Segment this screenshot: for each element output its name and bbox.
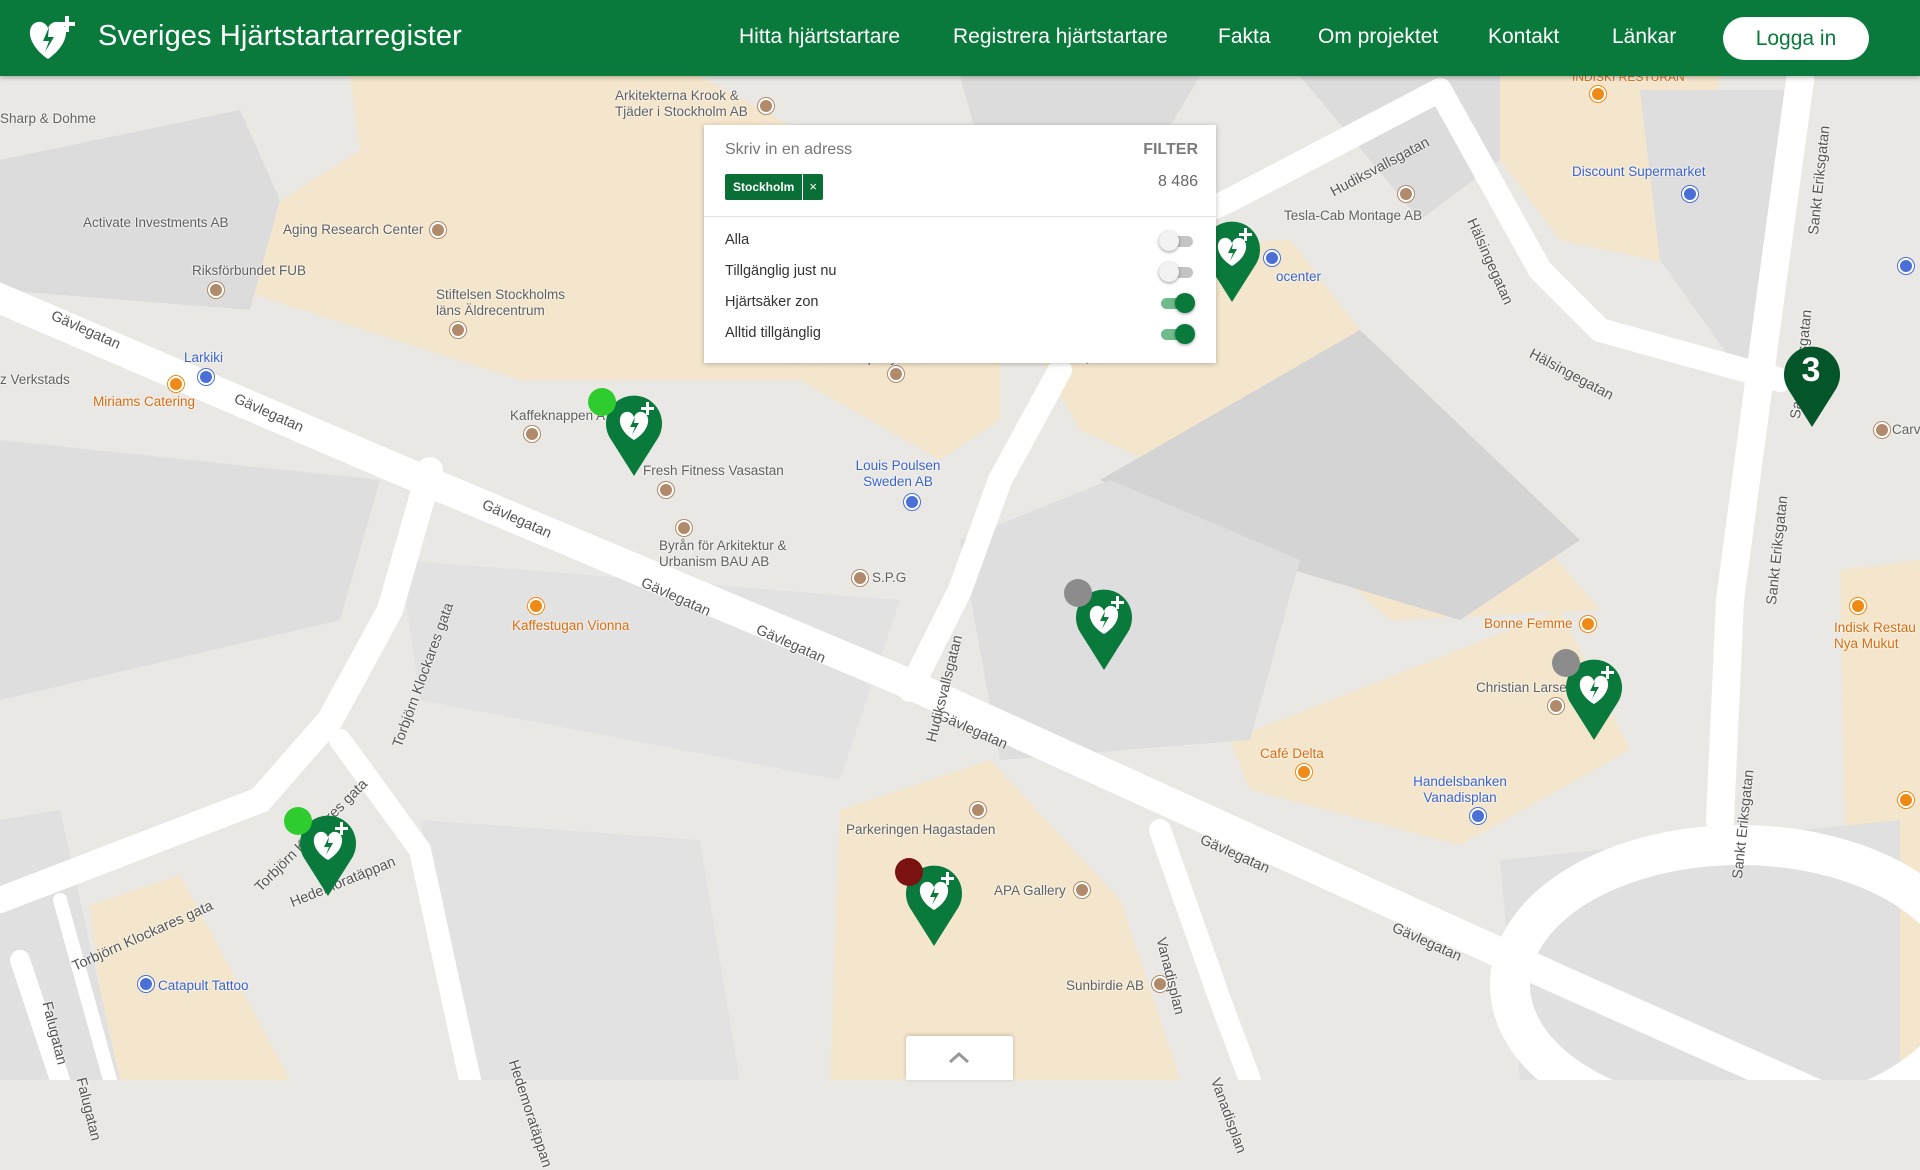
login-button[interactable]: Logga in bbox=[1723, 17, 1869, 60]
poi-label: Carv bbox=[1892, 422, 1920, 437]
poi-label: APA Gallery bbox=[994, 883, 1066, 898]
restaurant-icon bbox=[1590, 86, 1606, 102]
poi-label: Indisk Restau Nya Mukut bbox=[1834, 620, 1916, 651]
tillganglig-just-nu-toggle[interactable] bbox=[1159, 262, 1195, 282]
cluster-count: 3 bbox=[1801, 351, 1821, 389]
filter-toggle[interactable]: FILTER bbox=[1143, 141, 1198, 159]
poi-label: Kaffestugan Vionna bbox=[512, 618, 630, 633]
restaurant-icon bbox=[1898, 792, 1914, 808]
shop-icon bbox=[138, 976, 154, 992]
filter-option-tillganglig: Tillgänglig just nu bbox=[725, 260, 1195, 284]
hjartsaker-zon-toggle[interactable] bbox=[1159, 293, 1195, 313]
chip-label: Stockholm bbox=[733, 180, 795, 194]
unknown-status-dot bbox=[1552, 649, 1580, 677]
filter-option-label: Hjärtsäker zon bbox=[725, 294, 819, 310]
restaurant-icon bbox=[1850, 598, 1866, 614]
restaurant-icon bbox=[1580, 616, 1596, 632]
heart-defibrillator-icon[interactable] bbox=[26, 14, 78, 62]
poi-marker-icon bbox=[658, 482, 674, 498]
filter-option-label: Tillgänglig just nu bbox=[725, 263, 837, 279]
poi-label: Handelsbanken Vanadisplan bbox=[1413, 774, 1507, 805]
nav-fakta[interactable]: Fakta bbox=[1218, 25, 1271, 49]
poi-marker-icon bbox=[1548, 698, 1564, 714]
poi-marker-icon bbox=[430, 222, 446, 238]
poi-label: Fresh Fitness Vasastan bbox=[643, 463, 784, 478]
divider bbox=[704, 216, 1216, 217]
site-title[interactable]: Sveriges Hjärtstartarregister bbox=[98, 20, 462, 53]
poi-marker-icon bbox=[1074, 882, 1090, 898]
poi-label: Café Delta bbox=[1260, 746, 1324, 761]
filter-option-hjartsaker-zon: Hjärtsäker zon bbox=[725, 291, 1195, 315]
nav-hitta-hjartstartare[interactable]: Hitta hjärtstartare bbox=[739, 25, 900, 49]
poi-marker-icon bbox=[208, 282, 224, 298]
poi-label: Bonne Femme bbox=[1484, 616, 1573, 631]
shop-icon bbox=[198, 369, 214, 385]
chevron-up-icon bbox=[949, 1051, 969, 1064]
poi-marker-icon bbox=[888, 366, 904, 382]
restaurant-icon bbox=[168, 376, 184, 392]
available-status-dot bbox=[588, 388, 616, 416]
location-chip: Stockholm × bbox=[725, 174, 823, 200]
poi-label: Catapult Tattoo bbox=[158, 978, 249, 993]
chip-remove-icon[interactable]: × bbox=[802, 174, 823, 200]
poi-label: Discount Supermarket bbox=[1572, 164, 1706, 179]
poi-label: Sharp & Dohme bbox=[0, 111, 97, 126]
nav-registrera-hjartstartare[interactable]: Registrera hjärtstartare bbox=[953, 25, 1168, 49]
poi-label: Miriams Catering bbox=[93, 394, 196, 409]
poi-label: Tesla-Cab Montage AB bbox=[1284, 208, 1423, 223]
filter-option-label: Alla bbox=[725, 232, 750, 248]
poi-label: Christian Larse bbox=[1476, 680, 1567, 695]
alla-toggle[interactable] bbox=[1159, 231, 1195, 251]
street-label: Vanadisplan bbox=[1206, 1076, 1249, 1156]
unknown-status-dot bbox=[1064, 579, 1092, 607]
available-status-dot bbox=[284, 807, 312, 835]
filter-panel: Skriv in en adress FILTER Stockholm × 8 … bbox=[704, 125, 1216, 363]
poi-label: Larkiki bbox=[184, 350, 224, 365]
shop-icon bbox=[1682, 186, 1698, 202]
shop-icon bbox=[1898, 258, 1914, 274]
poi-label: ocenter bbox=[1276, 269, 1322, 284]
cluster-marker[interactable]: 3 bbox=[1782, 339, 1842, 429]
result-count: 8 486 bbox=[1157, 173, 1198, 190]
bank-icon bbox=[1470, 808, 1486, 824]
shop-icon bbox=[904, 494, 920, 510]
nav-lankar[interactable]: Länkar bbox=[1612, 25, 1676, 49]
drawer-toggle-button[interactable] bbox=[906, 1036, 1013, 1080]
street-label: Falugatan bbox=[72, 1076, 104, 1143]
filter-option-alla: Alla bbox=[725, 229, 1195, 253]
poi-label: Arkitekterna Krook & Tjäder i Stockholm … bbox=[615, 88, 748, 119]
poi-marker-icon bbox=[524, 426, 540, 442]
poi-label: Riksförbundet FUB bbox=[192, 263, 307, 278]
poi-marker-icon bbox=[852, 570, 868, 586]
poi-label: Stiftelsen Stockholms läns Äldrecentrum bbox=[436, 287, 566, 318]
restaurant-icon bbox=[1296, 764, 1312, 780]
poi-label: Aging Research Center bbox=[283, 222, 424, 237]
alltid-tillganglig-toggle[interactable] bbox=[1159, 324, 1195, 344]
poi-label: Sunbirdie AB bbox=[1066, 978, 1145, 993]
poi-marker-icon bbox=[450, 322, 466, 338]
poi-label: Byrån för Arkitektur & Urbanism BAU AB bbox=[659, 538, 787, 569]
poi-label: Parkeringen Hagastaden bbox=[846, 822, 996, 837]
nav-om-projektet[interactable]: Om projektet bbox=[1318, 25, 1438, 49]
top-navbar: Sveriges Hjärtstartarregister Hitta hjär… bbox=[0, 0, 1920, 76]
closed-status-dot bbox=[895, 858, 923, 886]
poi-marker-icon bbox=[758, 98, 774, 114]
filter-option-label: Alltid tillgänglig bbox=[725, 325, 821, 341]
nav-kontakt[interactable]: Kontakt bbox=[1488, 25, 1559, 49]
poi-label: Activate Investments AB bbox=[83, 215, 229, 230]
poi-label: S.P.G bbox=[872, 570, 907, 585]
filter-option-alltid-tillganglig: Alltid tillgänglig bbox=[725, 322, 1195, 346]
poi-label: z Verkstads bbox=[0, 372, 70, 387]
poi-marker-icon bbox=[1398, 186, 1414, 202]
parking-icon bbox=[970, 802, 986, 818]
address-search-input[interactable]: Skriv in en adress bbox=[725, 141, 852, 159]
poi-marker-icon bbox=[676, 520, 692, 536]
poi-marker-icon bbox=[1874, 422, 1890, 438]
restaurant-icon bbox=[528, 598, 544, 614]
shop-icon bbox=[1264, 250, 1280, 266]
poi-label: Louis Poulsen Sweden AB bbox=[855, 458, 941, 489]
